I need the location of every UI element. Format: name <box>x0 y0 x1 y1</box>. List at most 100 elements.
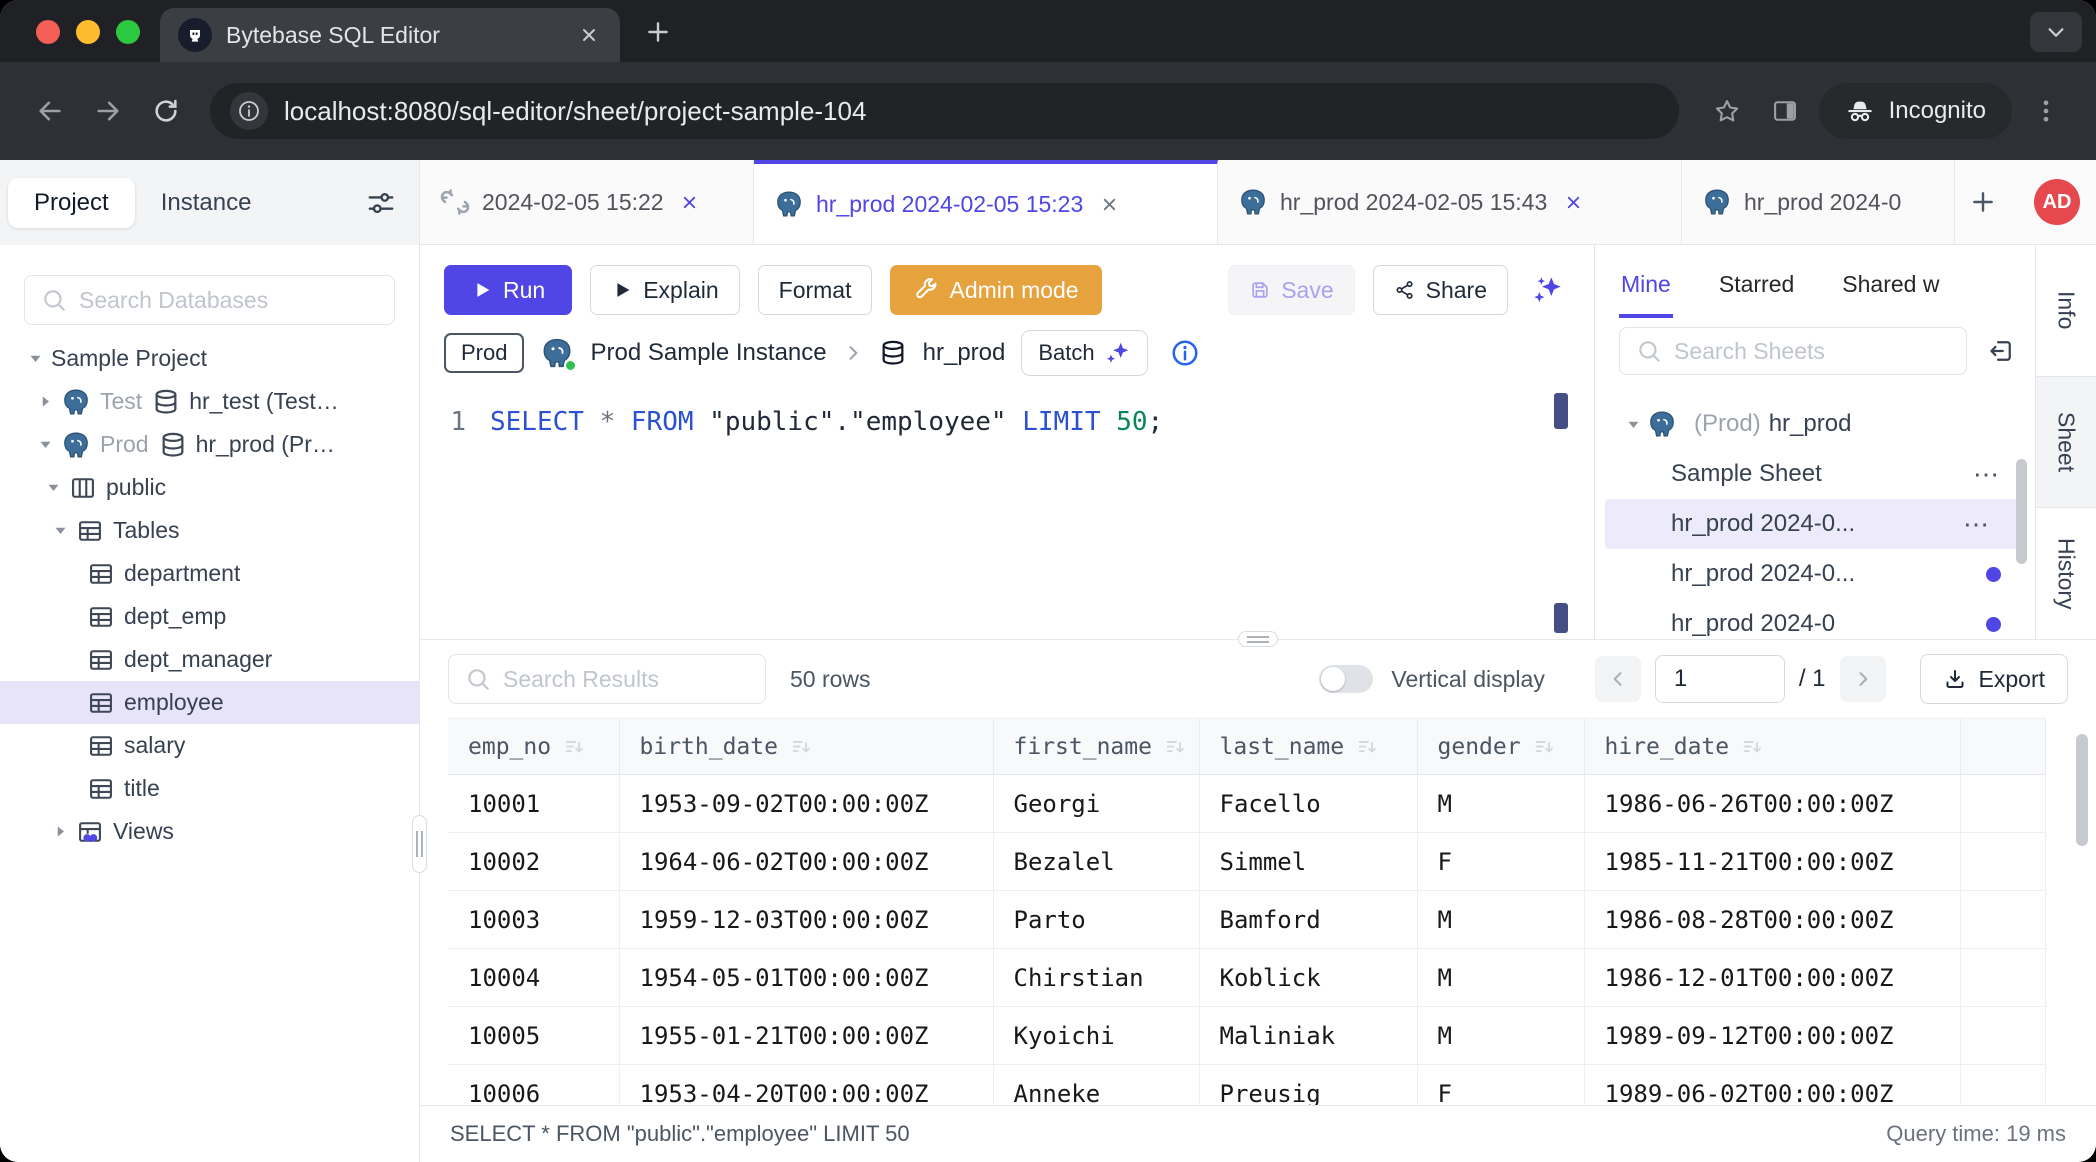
page-number-input[interactable] <box>1655 655 1785 703</box>
table-cell[interactable]: 1959-12-03T00:00:00Z <box>619 891 993 949</box>
admin-mode-button[interactable]: Admin mode <box>890 265 1101 315</box>
tree-item-salary[interactable]: salary <box>0 724 419 767</box>
table-cell[interactable]: 10001 <box>448 775 619 833</box>
sort-icon[interactable] <box>790 736 812 758</box>
tree-item-department[interactable]: department <box>0 552 419 595</box>
close-tab-icon[interactable] <box>1095 190 1123 218</box>
table-cell[interactable]: M <box>1417 949 1584 1007</box>
share-button[interactable]: Share <box>1373 265 1508 315</box>
sheet-search-input[interactable] <box>1674 338 1950 365</box>
table-cell[interactable]: 1953-04-20T00:00:00Z <box>619 1065 993 1106</box>
column-header-hire_date[interactable]: hire_date <box>1584 719 1960 775</box>
next-page-button[interactable] <box>1840 656 1886 702</box>
column-header-emp_no[interactable]: emp_no <box>448 719 619 775</box>
browser-tab-close-icon[interactable] <box>576 22 602 48</box>
url-bar[interactable]: localhost:8080/sql-editor/sheet/project-… <box>210 83 1679 139</box>
ai-sparkle-icon[interactable] <box>1526 268 1570 312</box>
table-cell[interactable]: 1954-05-01T00:00:00Z <box>619 949 993 1007</box>
caret-down-icon[interactable] <box>43 480 63 495</box>
tab-instance[interactable]: Instance <box>135 178 278 228</box>
browser-tab[interactable]: Bytebase SQL Editor <box>160 8 620 62</box>
tree-item-dept_emp[interactable]: dept_emp <box>0 595 419 638</box>
tree-item-sample-project[interactable]: Sample Project <box>0 337 419 380</box>
table-cell[interactable]: 10002 <box>448 833 619 891</box>
tab-mine[interactable]: Mine <box>1619 251 1673 318</box>
database-search-input[interactable] <box>79 287 378 314</box>
user-avatar[interactable]: AD <box>2034 179 2080 225</box>
maximize-window-button[interactable] <box>116 20 140 44</box>
sheet-item-menu-icon[interactable]: ⋯ <box>1973 459 2001 490</box>
export-button[interactable]: Export <box>1920 654 2068 704</box>
sheet-item-menu-icon[interactable]: ⋯ <box>1963 509 1991 540</box>
table-cell[interactable]: Preusig <box>1199 1065 1417 1106</box>
database-search[interactable] <box>24 275 395 325</box>
side-panel-icon[interactable] <box>1761 87 1809 135</box>
table-cell[interactable]: Georgi <box>993 775 1199 833</box>
table-cell[interactable]: Bamford <box>1199 891 1417 949</box>
sort-icon[interactable] <box>563 736 585 758</box>
tree-item-dept_manager[interactable]: dept_manager <box>0 638 419 681</box>
rail-tab-history[interactable]: History <box>2036 507 2096 639</box>
format-button[interactable]: Format <box>758 265 873 315</box>
bookmark-star-icon[interactable] <box>1703 87 1751 135</box>
rail-tab-sheet[interactable]: Sheet <box>2036 376 2096 508</box>
new-browser-tab-button[interactable] <box>638 12 678 52</box>
table-cell[interactable]: 1986-06-26T00:00:00Z <box>1584 775 1960 833</box>
sql-editor[interactable]: 1 SELECT * FROM "public"."employee" LIMI… <box>420 385 1594 639</box>
sheet-scrollbar-thumb[interactable] <box>2016 459 2027 564</box>
sheet-search[interactable] <box>1619 327 1967 375</box>
caret-down-icon[interactable] <box>50 523 70 538</box>
tree-item-hr_test-test-[interactable]: Testhr_test (Test… <box>0 380 419 423</box>
new-sheet-tab-button[interactable] <box>1955 160 2011 244</box>
table-cell[interactable]: M <box>1417 775 1584 833</box>
caret-down-icon[interactable] <box>25 351 45 366</box>
tree-item-public[interactable]: public <box>0 466 419 509</box>
column-header-gender[interactable]: gender <box>1417 719 1584 775</box>
table-cell[interactable]: 10003 <box>448 891 619 949</box>
sort-icon[interactable] <box>1164 736 1186 758</box>
prev-page-button[interactable] <box>1595 656 1641 702</box>
sheet-item-4[interactable]: hr_prod 2024-0 <box>1595 599 2035 639</box>
tab-shared[interactable]: Shared w <box>1840 251 1941 318</box>
caret-down-icon[interactable] <box>1623 417 1643 432</box>
tab-project[interactable]: Project <box>8 178 135 228</box>
connection-info-icon[interactable] <box>1170 338 1200 368</box>
table-cell[interactable]: 1986-08-28T00:00:00Z <box>1584 891 1960 949</box>
database-name[interactable]: hr_prod <box>923 339 1006 367</box>
tree-item-tables[interactable]: Tables <box>0 509 419 552</box>
column-header-birth_date[interactable]: birth_date <box>619 719 993 775</box>
browser-menu-icon[interactable] <box>2022 87 2070 135</box>
rail-tab-info[interactable]: Info <box>2036 245 2096 376</box>
table-cell[interactable]: Kyoichi <box>993 1007 1199 1065</box>
table-cell[interactable]: Anneke <box>993 1065 1199 1106</box>
caret-right-icon[interactable] <box>50 824 70 839</box>
table-cell[interactable]: 1955-01-21T00:00:00Z <box>619 1007 993 1065</box>
run-button[interactable]: Run <box>444 265 572 315</box>
table-cell[interactable]: Maliniak <box>1199 1007 1417 1065</box>
results-resize-handle[interactable] <box>1238 631 1278 647</box>
column-header-last_name[interactable]: last_name <box>1199 719 1417 775</box>
results-search[interactable] <box>448 654 766 704</box>
save-button[interactable]: Save <box>1228 265 1354 315</box>
table-cell[interactable]: M <box>1417 1007 1584 1065</box>
editor-tab-1[interactable]: 2024-02-05 15:22 <box>420 160 754 244</box>
table-cell[interactable]: Bezalel <box>993 833 1199 891</box>
minimize-window-button[interactable] <box>76 20 100 44</box>
sheet-group[interactable]: (Prod) hr_prod <box>1595 399 2035 449</box>
tree-item-views[interactable]: Views <box>0 810 419 853</box>
site-info-icon[interactable] <box>230 92 268 130</box>
table-cell[interactable]: 1964-06-02T00:00:00Z <box>619 833 993 891</box>
table-cell[interactable]: 1953-09-02T00:00:00Z <box>619 775 993 833</box>
filter-settings-icon[interactable] <box>361 183 401 223</box>
table-cell[interactable]: Facello <box>1199 775 1417 833</box>
sort-icon[interactable] <box>1356 736 1378 758</box>
tree-item-hr_prod-pr-[interactable]: Prodhr_prod (Pr… <box>0 423 419 466</box>
reload-icon[interactable] <box>142 87 190 135</box>
back-icon[interactable] <box>26 87 74 135</box>
tab-search-chevron-icon[interactable] <box>2030 12 2082 52</box>
forward-icon[interactable] <box>84 87 132 135</box>
sidebar-resize-handle[interactable] <box>412 815 427 873</box>
table-cell[interactable]: 1985-11-21T00:00:00Z <box>1584 833 1960 891</box>
instance-name[interactable]: Prod Sample Instance <box>590 339 826 367</box>
table-cell[interactable]: F <box>1417 1065 1584 1106</box>
